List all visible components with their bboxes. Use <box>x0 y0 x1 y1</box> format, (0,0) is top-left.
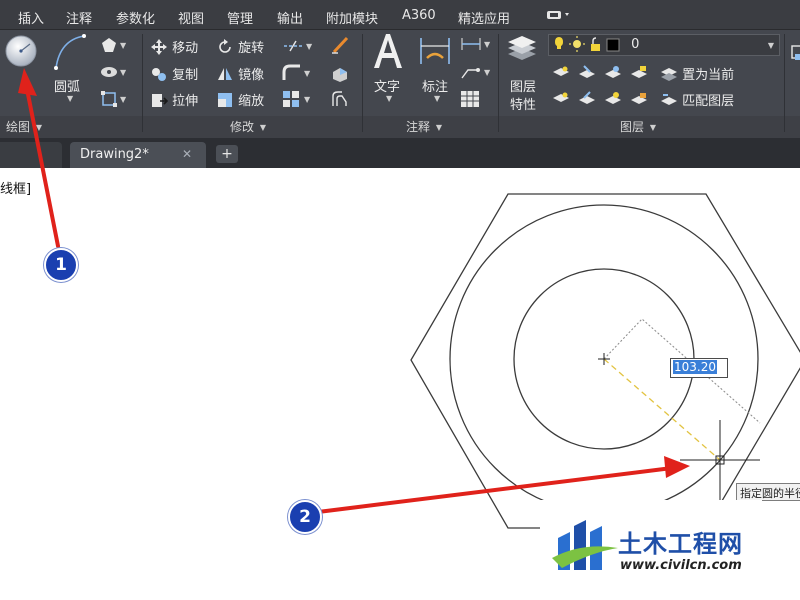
callout-badge-2: 2 <box>288 500 322 534</box>
callout-arrows <box>18 68 690 514</box>
callout-arrow-1 <box>24 82 60 248</box>
callout-badge-1: 1 <box>44 248 78 282</box>
callout-arrowhead-1 <box>18 68 37 96</box>
callout-arrowhead-2 <box>664 456 690 478</box>
callout-arrow-2 <box>316 466 674 514</box>
